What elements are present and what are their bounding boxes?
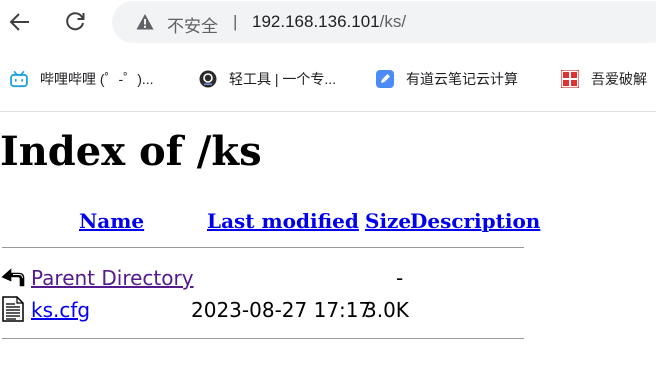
- bookmark-label: 哔哩哔哩 (゜-゜)...: [40, 71, 154, 87]
- sort-by-description-link[interactable]: Description: [410, 209, 540, 233]
- url-separator: |: [233, 12, 238, 31]
- file-link-ks-cfg[interactable]: ks.cfg: [31, 298, 90, 322]
- bookmark-youdao[interactable]: 有道云笔记云计算: [376, 69, 518, 89]
- footer-divider: [2, 338, 524, 339]
- bookmark-52pojie[interactable]: 吾爱破解: [561, 69, 647, 89]
- file-size: 3.0K: [364, 298, 409, 322]
- youdao-note-icon: [376, 70, 394, 88]
- bookmark-qinggongju[interactable]: 轻工具 | 一个专...: [199, 69, 336, 89]
- qinggongju-icon: [199, 70, 217, 88]
- url-text[interactable]: 192.168.136.101/ks/: [252, 12, 406, 32]
- bookmark-label: 吾爱破解: [591, 71, 647, 87]
- sort-by-size-link[interactable]: Size: [365, 209, 411, 233]
- bookmark-bilibili[interactable]: 哔哩哔哩 (゜-゜)...: [10, 69, 154, 89]
- header-divider: [2, 247, 524, 248]
- back-arrow-icon: [1, 268, 25, 287]
- browser-toolbar: 不安全 | 192.168.136.101/ks/: [0, 0, 656, 45]
- bilibili-icon: [10, 70, 28, 88]
- reload-button[interactable]: [61, 8, 89, 36]
- security-status[interactable]: 不安全: [167, 12, 218, 37]
- back-arrow-nav-icon: [9, 13, 29, 31]
- text-file-icon: [2, 296, 24, 322]
- reload-icon: [66, 12, 85, 31]
- url-path: /ks/: [379, 12, 407, 31]
- warning-icon[interactable]: [136, 13, 154, 31]
- address-bar[interactable]: 不安全 | 192.168.136.101/ks/: [112, 1, 656, 43]
- back-button[interactable]: [6, 8, 34, 36]
- page-content: Index of /ks Name Last modified Size Des…: [0, 112, 656, 384]
- file-modified: 2023-08-27 17:17: [191, 298, 372, 322]
- url-host: 192.168.136.101: [252, 12, 380, 31]
- sort-by-name-link[interactable]: Name: [79, 209, 144, 233]
- sort-by-last-modified-link[interactable]: Last modified: [207, 209, 359, 233]
- parent-size: -: [396, 266, 404, 290]
- bookmark-label: 有道云笔记云计算: [406, 71, 518, 87]
- 52pojie-icon: [561, 70, 579, 88]
- bookmarks-bar: 哔哩哔哩 (゜-゜)... 轻工具 | 一个专... 有道云笔记云计算 吾爱破解: [0, 45, 656, 112]
- bookmark-label: 轻工具 | 一个专...: [229, 71, 337, 87]
- page-title: Index of /ks: [0, 128, 262, 175]
- parent-directory-link[interactable]: Parent Directory: [31, 266, 194, 290]
